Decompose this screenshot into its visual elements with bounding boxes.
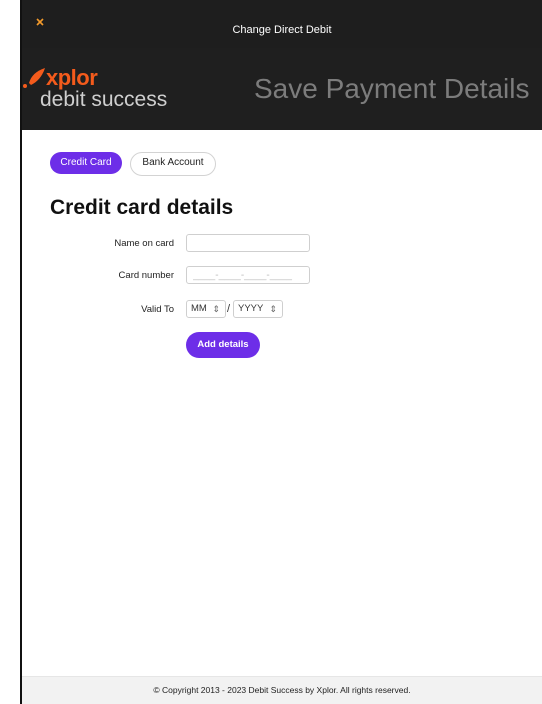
copyright-text: © Copyright 2013 - 2023 Debit Success by… bbox=[153, 685, 411, 695]
logo-subtitle: debit success bbox=[40, 88, 168, 111]
footer: © Copyright 2013 - 2023 Debit Success by… bbox=[22, 676, 542, 704]
valid-to-label: Valid To bbox=[141, 304, 174, 315]
expiry-month-select[interactable]: MM ⇕ bbox=[186, 300, 226, 318]
name-on-card-label: Name on card bbox=[114, 238, 174, 249]
expiry-separator: / bbox=[227, 303, 231, 315]
card-number-input[interactable] bbox=[186, 266, 310, 284]
expiry-year-value: YYYY bbox=[238, 303, 264, 314]
dialog-header: Change Direct Debit bbox=[22, 0, 542, 48]
stepper-chevron-icon: ⇕ bbox=[212, 304, 220, 314]
left-margin bbox=[0, 0, 20, 704]
expiry-year-select[interactable]: YYYY ⇕ bbox=[233, 300, 283, 318]
dialog-title: Change Direct Debit bbox=[232, 24, 332, 36]
add-details-button[interactable]: Add details bbox=[186, 332, 260, 358]
tab-credit-card[interactable]: Credit Card bbox=[50, 152, 122, 174]
xplor-logo: xplor debit success bbox=[22, 65, 202, 115]
expiry-month-value: MM bbox=[191, 303, 207, 314]
card-number-label: Card number bbox=[118, 270, 174, 281]
dialog-frame: Change Direct Debit xplor debit success … bbox=[22, 0, 542, 704]
page-title: Save Payment Details bbox=[254, 73, 530, 104]
tab-bank-account[interactable]: Bank Account bbox=[130, 152, 216, 176]
brand-banner: xplor debit success Save Payment Details bbox=[22, 48, 542, 130]
name-on-card-input[interactable] bbox=[186, 234, 310, 252]
stepper-chevron-icon: ⇕ bbox=[269, 304, 277, 314]
section-heading: Credit card details bbox=[50, 196, 234, 219]
